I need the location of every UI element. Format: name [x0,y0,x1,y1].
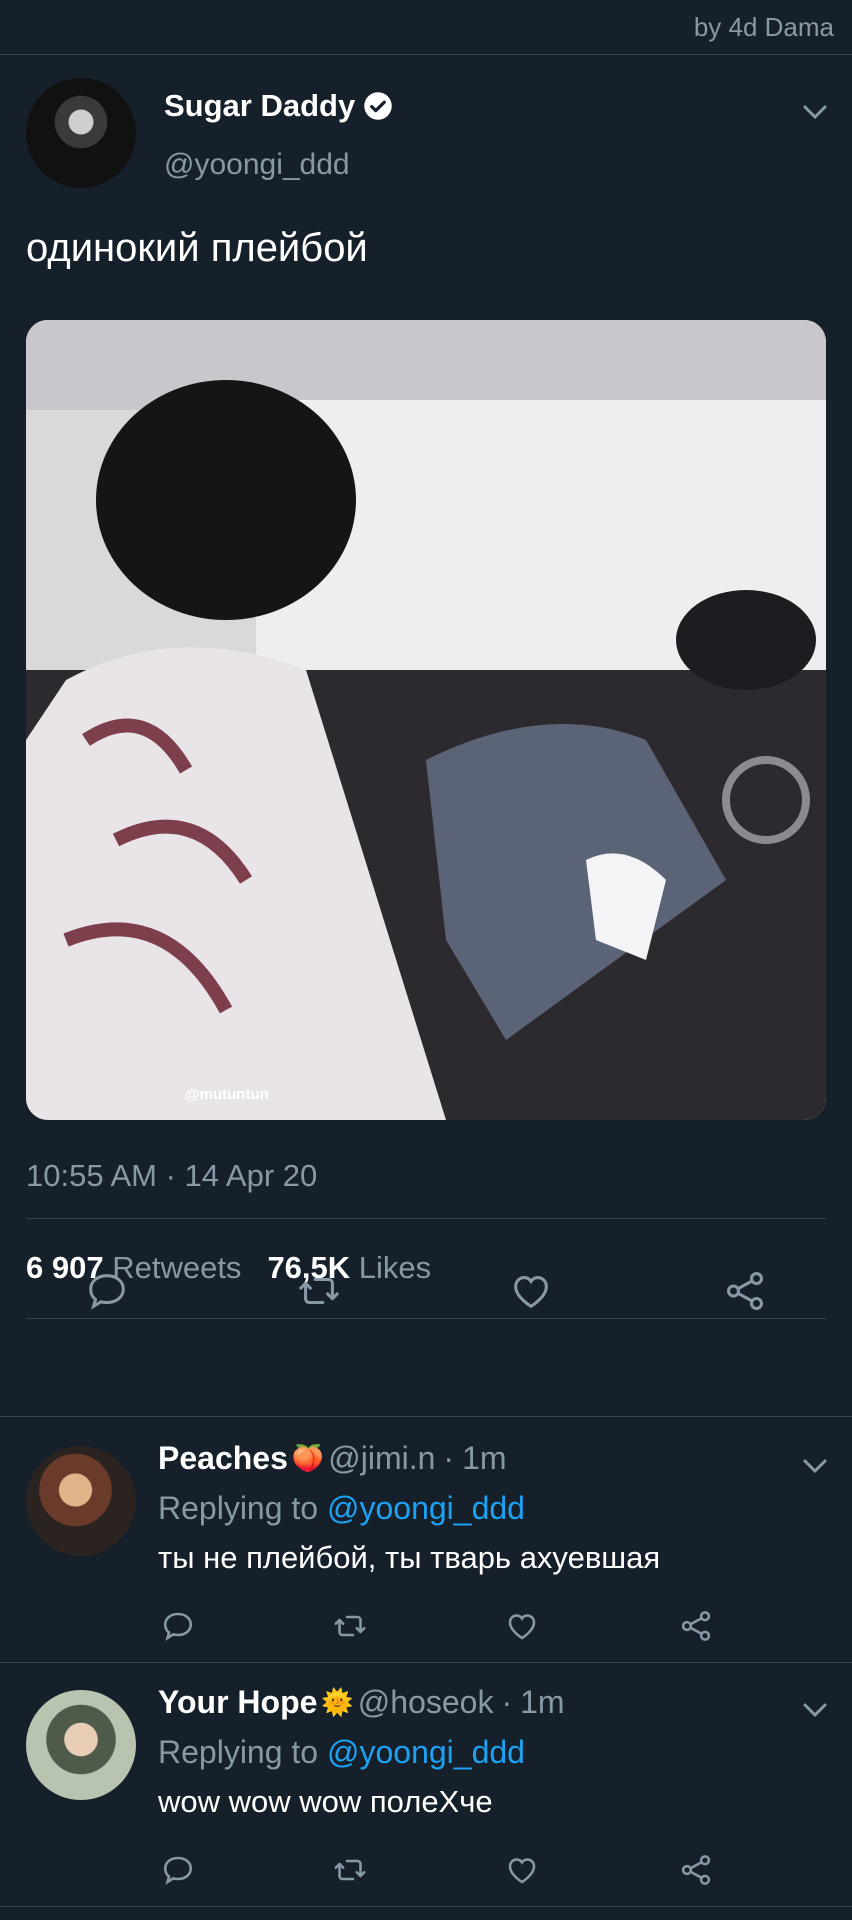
reply-icon[interactable] [84,1268,130,1314]
replying-prefix: Replying to [158,1734,319,1770]
display-name[interactable]: Sugar Daddy [164,88,393,124]
reply-text: ты не плейбой, ты тварь ахуевшая [158,1540,661,1575]
retweet-icon[interactable] [332,1608,368,1644]
display-name[interactable]: Your Hope [158,1684,317,1721]
reply-actions [0,1608,852,1648]
share-icon[interactable] [722,1268,768,1314]
share-icon[interactable] [678,1608,714,1644]
tweet-text: одинокий плейбой [26,226,368,270]
reply-actions [0,1852,852,1892]
chevron-down-icon[interactable] [802,104,828,120]
handle[interactable]: @jimi.n [328,1440,435,1477]
reply-text: wow wow wow полеХче [158,1784,493,1819]
mention-link[interactable]: @yoongi_ddd [327,1734,525,1770]
divider [0,1906,852,1907]
reply-icon[interactable] [160,1852,196,1888]
handle[interactable]: @hoseok [358,1684,494,1721]
retweet-icon[interactable] [332,1852,368,1888]
avatar[interactable] [26,78,136,188]
reply-header: Peaches 🍑 @jimi.n · 1m [158,1440,507,1477]
watermark: by 4d Dama [693,12,834,42]
chevron-down-icon[interactable] [802,1702,828,1718]
display-name[interactable]: Peaches [158,1440,288,1477]
reply-time: 1m [462,1440,507,1476]
retweet-icon[interactable] [296,1268,342,1314]
tweet-photo[interactable] [26,320,826,1120]
reply-header: Your Hope 🌞 @hoseok · 1m [158,1684,565,1721]
verified-icon [364,92,392,120]
handle[interactable]: @yoongi_ddd [164,148,350,182]
share-icon[interactable] [678,1852,714,1888]
reply-time: 1m [520,1684,565,1720]
chevron-down-icon[interactable] [802,1458,828,1474]
reply-tweet[interactable]: Peaches 🍑 @jimi.n · 1m Replying to @yoon… [0,1428,852,1668]
separator-dot: · [443,1440,455,1476]
peach-emoji: 🍑 [291,1443,325,1473]
divider [26,1218,826,1219]
like-icon[interactable] [504,1608,540,1644]
replying-to: Replying to @yoongi_ddd [158,1734,525,1771]
divider [0,1662,852,1663]
reply-icon[interactable] [160,1608,196,1644]
divider [26,1318,826,1319]
mention-link[interactable]: @yoongi_ddd [327,1490,525,1526]
like-icon[interactable] [504,1852,540,1888]
sun-emoji: 🌞 [321,1687,354,1717]
avatar[interactable] [26,1446,136,1556]
avatar[interactable] [26,1690,136,1800]
like-icon[interactable] [508,1268,554,1314]
replying-to: Replying to @yoongi_ddd [158,1490,525,1527]
display-name-text: Sugar Daddy [164,88,356,123]
timestamp: 10:55 AM · 14 Apr 20 [26,1158,318,1193]
photo-credit: @mutuntun [185,1086,269,1103]
tweet-actions [0,1268,852,1318]
top-divider [0,54,852,55]
replying-prefix: Replying to [158,1490,319,1526]
separator-dot: · [501,1684,513,1720]
divider [0,1416,852,1417]
reply-tweet[interactable]: Your Hope 🌞 @hoseok · 1m Replying to @yo… [0,1672,852,1912]
